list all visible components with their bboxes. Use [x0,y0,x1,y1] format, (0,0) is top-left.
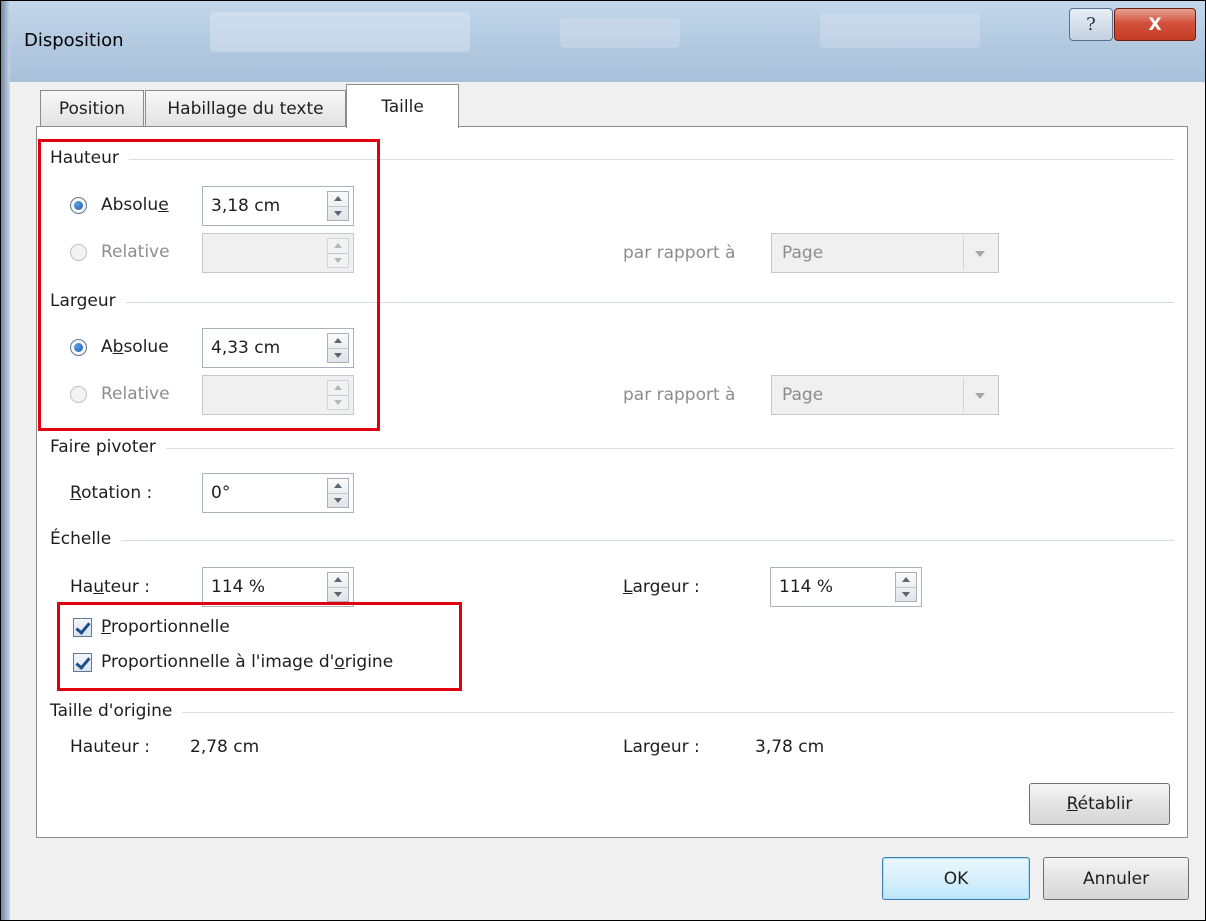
echelle-largeur-value: 114 % [779,577,834,597]
title-bar[interactable]: Disposition ? X [0,0,1206,82]
spinner-arrows-icon[interactable] [327,478,349,508]
largeur-absolue-label[interactable]: Absolue [101,337,169,357]
retablir-label: Rétablir [1066,794,1133,814]
largeur-par-rapport-label: par rapport à [623,385,736,405]
hauteur-relative-input[interactable] [202,233,354,273]
proportionnelle-origine-label[interactable]: Proportionnelle à l'image d'origine [101,652,393,672]
hauteur-par-rapport-label: par rapport à [623,243,736,263]
largeur-par-rapport-select[interactable]: Page [771,375,999,415]
hauteur-absolue-radio[interactable] [70,197,87,214]
origine-hauteur-label: Hauteur : [70,737,150,757]
largeur-absolue-input[interactable]: 4,33 cm [202,328,354,368]
hauteur-relative-radio[interactable] [70,244,87,261]
group-title-pivoter: Faire pivoter [50,437,166,457]
help-icon: ? [1086,14,1096,35]
group-divider [50,712,1174,713]
spinner-arrows-icon[interactable] [327,572,349,602]
largeur-relative-radio[interactable] [70,386,87,403]
retablir-button[interactable]: Rétablir [1029,783,1170,825]
hauteur-par-rapport-select[interactable]: Page [771,233,999,273]
title-bar-background [210,12,470,52]
help-button[interactable]: ? [1069,8,1113,41]
tab-taille[interactable]: Taille [346,84,459,128]
ok-button[interactable]: OK [882,857,1030,900]
chevron-down-icon[interactable] [963,378,996,412]
group-title-hauteur: Hauteur [50,148,129,168]
chevron-down-icon[interactable] [963,236,996,270]
group-title-echelle: Échelle [50,529,122,549]
tab-label: Position [58,99,126,119]
select-value: Page [782,385,824,405]
largeur-absolue-value: 4,33 cm [211,338,281,358]
echelle-largeur-input[interactable]: 114 % [770,567,922,607]
echelle-largeur-label: Largeur : [623,577,700,597]
hauteur-relative-label: Relative [101,242,170,262]
proportionnelle-label[interactable]: Proportionnelle [101,617,230,637]
window-title: Disposition [24,30,124,51]
origine-largeur-value: 3,78 cm [755,737,825,757]
origine-largeur-label: Largeur : [623,737,700,757]
group-divider [50,540,1174,541]
spinner-arrows-icon[interactable] [327,238,349,268]
tab-position[interactable]: Position [40,90,144,127]
tab-habillage[interactable]: Habillage du texte [145,90,346,127]
spinner-arrows-icon[interactable] [895,572,917,602]
rotation-label: Rotation : [70,483,153,503]
annuler-button[interactable]: Annuler [1043,857,1189,900]
title-bar-background [820,14,980,48]
group-divider [50,159,1174,160]
echelle-hauteur-value: 114 % [211,577,266,597]
echelle-hauteur-label: Hauteur : [70,577,151,597]
spinner-arrows-icon[interactable] [327,191,349,221]
spinner-arrows-icon[interactable] [327,333,349,363]
group-divider [50,302,1174,303]
annuler-label: Annuler [1082,868,1150,889]
close-button[interactable]: X [1114,8,1196,41]
title-bar-background [560,18,680,48]
group-divider [50,448,1174,449]
tab-label: Habillage du texte [167,99,324,119]
hauteur-absolue-input[interactable]: 3,18 cm [202,186,354,226]
largeur-absolue-radio[interactable] [70,339,87,356]
proportionnelle-origine-checkbox[interactable] [73,653,92,672]
hauteur-absolue-value: 3,18 cm [211,196,281,216]
proportionnelle-checkbox[interactable] [73,618,92,637]
group-title-largeur: Largeur [50,291,126,311]
window-frame [1,0,10,921]
close-icon: X [1148,14,1162,35]
tab-label: Taille [381,96,424,117]
origine-hauteur-value: 2,78 cm [190,737,260,757]
largeur-relative-input[interactable] [202,375,354,415]
largeur-relative-label: Relative [101,384,170,404]
select-value: Page [782,243,824,263]
ok-label: OK [943,868,969,889]
spinner-arrows-icon[interactable] [327,380,349,410]
group-title-taille-origine: Taille d'origine [50,701,183,721]
hauteur-absolue-label[interactable]: Absolue [101,195,169,215]
echelle-hauteur-input[interactable]: 114 % [202,567,354,607]
rotation-input[interactable]: 0° [202,473,354,513]
rotation-value: 0° [211,483,231,503]
